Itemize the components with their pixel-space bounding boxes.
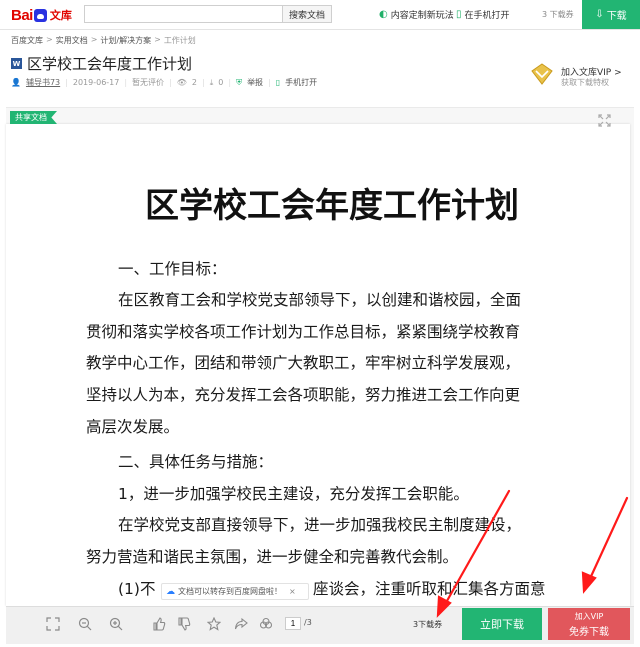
paragraph-line: 一、工作目标： [118, 260, 227, 278]
toast-text: 文档可以转存到百度网盘啦！ [178, 587, 282, 596]
fullscreen-icon[interactable] [598, 114, 611, 127]
custom-service-label: 内容定制新玩法 [390, 11, 454, 21]
baidu-wenku-logo[interactable]: Bai 文库 [11, 5, 72, 25]
document-title: 区学校工会年度工作计划 [27, 55, 193, 73]
shared-document-tag: 共享文档 [10, 111, 57, 124]
custom-service-link[interactable]: ◐ 内容定制新玩法 [379, 8, 454, 21]
voucher-cost: 3下载券 [413, 620, 443, 629]
paragraph-line: 座谈会，注重听取和汇集各方面意 [313, 580, 546, 598]
page-heading: 区学校工会年度工作计划 [145, 186, 519, 226]
report-link[interactable]: 举报 [247, 77, 263, 88]
fit-screen-icon[interactable] [46, 617, 60, 631]
breadcrumb-item[interactable]: 实用文档 [56, 35, 88, 46]
search-input[interactable] [84, 5, 282, 23]
vip-free-download-button[interactable]: 加入VIP 免券下载 [548, 608, 630, 640]
cloud-icon: ☁ [166, 586, 175, 597]
upload-date: 2019-06-17 [72, 78, 120, 87]
author-link[interactable]: 辅导书73 [26, 77, 60, 88]
breadcrumb-item-current[interactable]: 工作计划 [164, 35, 196, 46]
rating: 暂无评价 [132, 78, 165, 87]
paragraph-line: 教学中心工作，团结和带领广大教职工，牢牢树立科学发展观， [86, 354, 521, 372]
breadcrumb-separator: > [154, 35, 161, 44]
mobile-open-doc-link[interactable]: 手机打开 [285, 77, 317, 88]
phone-icon: ▯ [456, 9, 462, 20]
paragraph-line: (1)不 [118, 580, 156, 598]
download-now-button[interactable]: 立即下载 [462, 608, 542, 640]
paragraph-line: 1，进一步加强学校民主建设，充分发挥工会职能。 [118, 485, 469, 503]
download-icon: ⇩ [595, 9, 604, 20]
vip-button-line1: 加入VIP [574, 612, 604, 621]
divider: | [169, 78, 172, 87]
share-icon[interactable] [234, 617, 248, 631]
paragraph-line: 贯彻和落实学校各项工作计划为工作总目标，紧紧围绕学校教育 [86, 323, 521, 341]
breadcrumb-separator: > [46, 35, 53, 44]
download-count: 0 [218, 78, 224, 87]
download-count-icon: ⤓ [209, 77, 214, 87]
divider: | [228, 78, 232, 87]
custom-service-icon: ◐ [379, 9, 388, 20]
eye-icon: 👁 [176, 78, 187, 87]
phone-icon: ▯ [275, 78, 281, 87]
top-download-button[interactable]: ⇩ 下载 [582, 0, 640, 29]
page-total: /3 [304, 618, 312, 627]
breadcrumb: 百度文库 > 实用文档 > 计划/解决方案 > 工作计划 [11, 35, 196, 46]
view-count: 2 [191, 78, 198, 87]
breadcrumb-item[interactable]: 百度文库 [11, 35, 43, 46]
breadcrumb-item[interactable]: 计划/解决方案 [100, 35, 151, 46]
logo-wenku-text: 文库 [49, 10, 72, 22]
save-to-netdisk-toast[interactable]: ☁ 文档可以转存到百度网盘啦！ × [161, 583, 309, 600]
paragraph-line: 在区教育工会和学校党支部领导下，以创建和谐校园，全面 [118, 291, 522, 309]
user-icon: 👤 [11, 78, 21, 87]
join-vip-promo[interactable]: 加入文库VIP > 获取下载特权 [531, 61, 631, 89]
star-icon[interactable] [207, 617, 221, 631]
baidu-paw-icon [33, 8, 47, 22]
divider: | [65, 78, 68, 87]
voucher-count: 3 下载券 [542, 10, 574, 19]
thumbs-up-icon[interactable] [152, 617, 166, 631]
divider: | [124, 78, 128, 87]
logo-bai-text: Bai [11, 6, 33, 24]
paragraph-line: 在学校党支部直接领导下，进一步加强我校民主制度建设， [118, 516, 522, 534]
join-vip-subtitle: 获取下载特权 [561, 78, 609, 87]
shield-icon: ⛨ [236, 77, 243, 87]
netdisk-icon[interactable] [259, 617, 273, 631]
search-button[interactable]: 搜索文档 [282, 5, 332, 23]
vip-diamond-icon [531, 63, 553, 85]
zoom-in-icon[interactable] [109, 617, 123, 631]
document-meta: 👤 辅导书73 | 2019-06-17 | 暂无评价 | 👁 2 | ⤓ 0 … [11, 77, 317, 88]
top-download-label: 下载 [606, 11, 627, 22]
close-icon[interactable]: × [289, 587, 296, 596]
mobile-open-label: 在手机打开 [464, 11, 510, 21]
paragraph-line: 坚持以人为本，充分发挥工会各项职能，努力推进工会工作向更 [86, 386, 521, 404]
mobile-open-link[interactable]: ▯ 在手机打开 [456, 8, 510, 21]
thumbs-down-icon[interactable] [177, 617, 191, 631]
divider: | [202, 78, 205, 87]
page-number-input[interactable] [285, 617, 301, 630]
paragraph-line: 二、具体任务与措施： [118, 453, 274, 471]
zoom-out-icon[interactable] [78, 617, 92, 631]
word-file-icon: W [11, 58, 22, 69]
vip-button-line2: 免券下载 [569, 627, 609, 638]
paragraph-line: 高层次发展。 [86, 418, 180, 436]
divider: | [268, 78, 271, 87]
breadcrumb-separator: > [90, 35, 98, 44]
paragraph-line: 努力营造和谐民主氛围，进一步健全和完善教代会制。 [86, 548, 459, 566]
